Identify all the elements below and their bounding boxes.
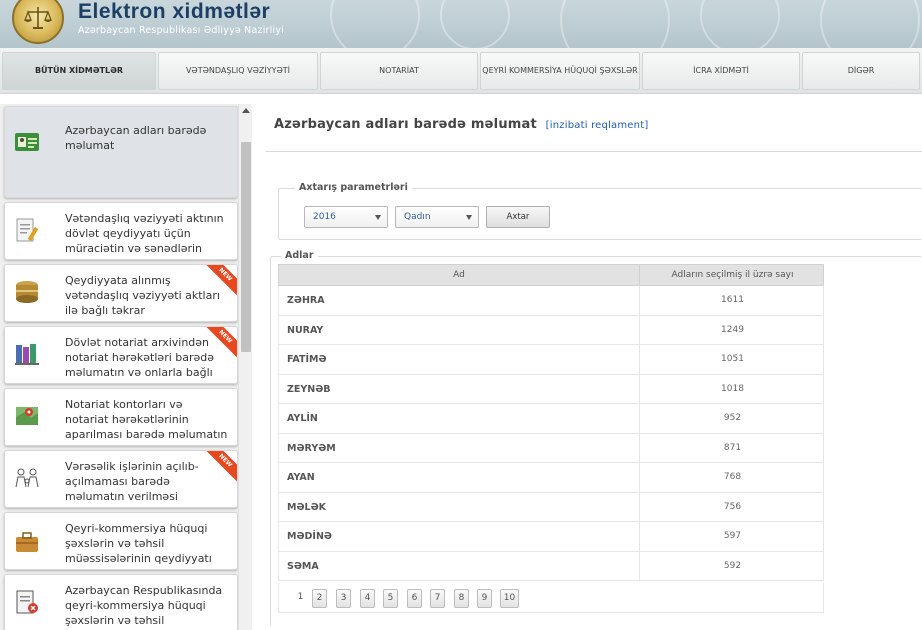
main-content: Azərbaycan adları barədə məlumat [inziba… [258,96,922,630]
table-row: FATİMƏ 1051 [278,345,824,375]
column-header-name: Ad [453,270,465,280]
table-row: AYLİN 952 [278,404,824,434]
count-cell: 592 [639,551,825,581]
name-cell: MƏRYƏM [287,442,336,454]
tab-non-commercial[interactable]: QEYRİ KOMMERSİYA HÜQUQİ ŞƏXSLƏR [480,52,640,90]
page-button[interactable]: 7 [430,589,445,608]
id-card-icon [15,133,39,151]
sidebar-item-label: Azərbaycan adları barədə məlumat [65,124,207,152]
name-cell: FATİMƏ [287,354,327,365]
page-button[interactable]: 5 [383,589,398,608]
name-cell: AYAN [287,472,315,483]
briefcase-icon [16,532,38,552]
tab-all-services[interactable]: BÜTÜN XİDMƏTLƏR [2,52,156,90]
count-cell: 1249 [639,315,825,345]
table-row: AYAN 768 [278,463,824,493]
tab-notary[interactable]: NOTARİAT [320,52,478,90]
name-cell: MƏLƏK [287,501,327,513]
books-icon [15,344,39,365]
sidebar-item-names-info[interactable]: Azərbaycan adları barədə məlumat [4,106,238,198]
page-current: 1 [297,592,304,602]
names-legend: Adlar [281,250,318,261]
table-row: SƏMA 592 [278,551,825,581]
document-pen-icon [16,218,39,242]
table-row: MƏRYƏM 871 [278,433,825,463]
count-cell: 597 [639,522,825,551]
ministry-emblem-icon[interactable] [12,0,64,44]
sidebar-item-label: Vətəndaşlıq vəziyyəti aktının dövlət qey… [65,212,224,255]
tab-civil-status[interactable]: VƏTƏNDAŞLIQ VƏZİYYƏTİ [158,52,318,90]
sidebar-item-label: Notariat kontorları və notariat hərəkətl… [65,398,228,445]
sidebar-item-civil-act-registration[interactable]: Vətəndaşlıq vəziyyəti aktının dövlət qey… [4,202,238,260]
title-divider [266,151,922,152]
sidebar-item-inheritance[interactable]: Vərəsəlik işlərinin açılıb-açılmaması ba… [4,450,238,508]
page-button[interactable]: 8 [454,589,469,608]
sidebar-scrollbar[interactable] [238,104,252,630]
year-select[interactable]: 2016 [304,206,388,228]
page-button[interactable]: 6 [407,589,422,608]
sidebar-item-repeat-certificates[interactable]: Qeydiyyata alınmış vətəndaşlıq vəziyyəti… [4,264,238,322]
search-legend: Axtarış parametrləri [295,182,412,193]
scroll-up-arrow-icon[interactable] [242,108,250,113]
count-cell: 1611 [639,286,825,315]
document-remove-icon [16,590,38,614]
sidebar-item-label: Dövlət notariat arxivindən notariat hərə… [65,336,215,379]
sidebar-item-label: Vərəsəlik işlərinin açılıb-açılmaması ba… [65,460,199,503]
count-cell: 1018 [639,374,825,404]
table-row: MƏDİNƏ 597 [278,522,824,552]
table-row: MƏLƏK 756 [278,492,825,522]
count-cell: 952 [639,404,825,433]
names-table-header: Ad Adların seçilmiş il üzrə sayı [278,264,824,286]
sidebar-item-label: Qeyri-kommersiya hüquqi şəxslərin və təh… [65,522,212,565]
site-header: Elektron xidmətlər Azərbaycan Respublika… [0,0,922,48]
page-button[interactable]: 9 [477,589,492,608]
table-row: NURAY 1249 [278,315,825,345]
column-header-count: Adların seçilmiş il üzrə sayı [639,265,825,285]
chevron-down-icon [466,215,472,220]
table-row: ZƏHRA 1611 [278,286,824,316]
name-cell: MƏDİNƏ [287,531,332,542]
count-cell: 768 [639,463,825,492]
sidebar-item-label: Qeydiyyata alınmış vətəndaşlıq vəziyyəti… [65,274,220,317]
regulation-link[interactable]: [inzibati reqlament] [546,120,649,131]
page-button[interactable]: 3 [336,589,351,608]
name-cell: AYLİN [287,413,318,424]
tab-other[interactable]: DİGƏR [802,52,920,90]
sidebar-item-label: Azərbaycan Respublikasında qeyri-kommers… [65,584,223,627]
search-button[interactable]: Axtar [486,206,550,228]
sidebar-item-notary-offices[interactable]: Notariat kontorları və notariat hərəkətl… [4,388,238,446]
sidebar-item-non-commercial-info[interactable]: Azərbaycan Respublikasında qeyri-kommers… [4,574,238,630]
chevron-down-icon [375,215,381,220]
pagination: 1 2 3 4 5 6 7 8 9 10 [278,583,824,613]
page-button[interactable]: 4 [360,589,375,608]
name-cell: SƏMA [287,560,319,572]
gender-select[interactable]: Qadın [395,206,479,228]
archive-stack-icon [16,281,38,303]
site-title: Elektron xidmətlər [78,0,271,23]
sidebar-item-notary-archive[interactable]: Dövlət notariat arxivindən notariat hərə… [4,326,238,384]
name-cell: ZƏHRA [287,295,325,306]
table-row: ZEYNƏB 1018 [278,374,825,404]
page-button[interactable]: 10 [500,589,519,608]
count-cell: 871 [639,433,825,463]
site-subtitle: Azərbaycan Respublikası Ədliyyə Nazirliy… [78,25,284,36]
page-title: Azərbaycan adları barədə məlumat [inziba… [274,117,649,132]
sidebar-item-non-commercial-registration[interactable]: Qeyri-kommersiya hüquqi şəxslərin və təh… [4,512,238,570]
count-cell: 756 [639,492,825,522]
count-cell: 1051 [639,345,825,374]
family-icon [15,468,39,488]
page-button[interactable]: 2 [312,589,327,608]
tab-enforcement[interactable]: İCRA XİDMƏTİ [642,52,800,90]
name-cell: NURAY [287,324,324,336]
scrollbar-thumb[interactable] [241,142,251,352]
map-icon [16,407,38,425]
name-cell: ZEYNƏB [287,383,331,395]
main-tab-bar: BÜTÜN XİDMƏTLƏR VƏTƏNDAŞLIQ VƏZİYYƏTİ NO… [0,48,922,94]
service-sidebar: Azərbaycan adları barədə məlumat Vətənda… [0,104,252,630]
